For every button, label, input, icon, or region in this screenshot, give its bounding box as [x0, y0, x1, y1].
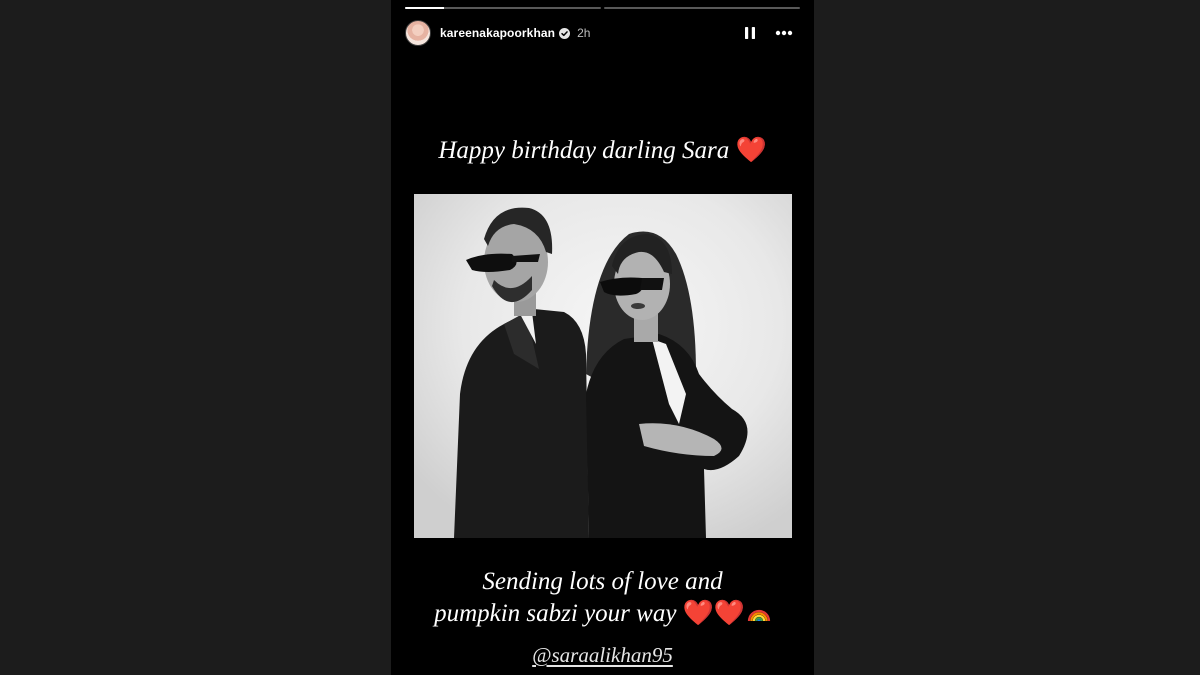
pause-button[interactable]	[740, 23, 760, 43]
progress-fill	[405, 7, 445, 9]
caption-text: Happy birthday darling Sara	[438, 137, 730, 164]
story-progress-bar	[405, 7, 800, 9]
rainbow-icon	[747, 599, 771, 622]
story-photo	[414, 194, 792, 538]
more-options-icon	[775, 30, 793, 36]
post-timestamp: 2h	[577, 26, 591, 40]
story-viewer[interactable]: kareenakapoorkhan 2h Happy birthday darl…	[391, 0, 814, 675]
photo-illustration	[414, 194, 792, 538]
story-header: kareenakapoorkhan 2h	[405, 19, 794, 47]
verified-badge-icon	[559, 27, 571, 39]
pause-icon	[745, 27, 755, 39]
progress-segment	[604, 7, 800, 9]
heart-emoji: ❤️	[735, 137, 767, 164]
love-caption: Sending lots of love and pumpkin sabzi y…	[391, 566, 814, 630]
caption-line-1: Sending lots of love and	[482, 568, 723, 595]
caption-line-2-text: pumpkin sabzi your way	[434, 600, 677, 627]
more-options-button[interactable]	[774, 23, 794, 43]
caption-line-2: pumpkin sabzi your way ❤️❤️	[391, 598, 814, 630]
username[interactable]: kareenakapoorkhan	[440, 26, 555, 40]
avatar[interactable]	[405, 20, 431, 46]
user-mention-link[interactable]: @saraalikhan95	[391, 643, 814, 668]
birthday-caption: Happy birthday darling Sara ❤️	[391, 136, 814, 165]
progress-segment	[405, 7, 601, 9]
hearts-emoji: ❤️❤️	[682, 600, 745, 627]
